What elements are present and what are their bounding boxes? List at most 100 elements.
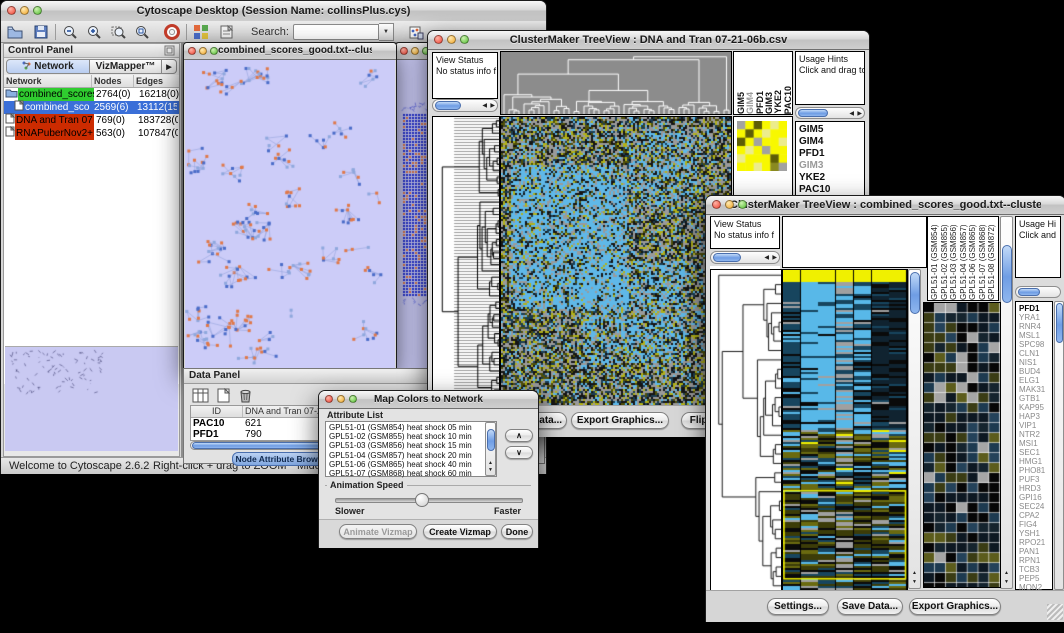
minimize-button[interactable] — [411, 47, 419, 55]
scroll-left-arrow[interactable]: ◀ — [482, 103, 487, 109]
gene-label[interactable]: KAP95 — [1019, 403, 1052, 412]
attribute-item[interactable]: GPL51-02 (GSM855) heat shock 10 min — [329, 432, 484, 441]
row-dendrogram[interactable] — [710, 269, 782, 591]
search-input[interactable] — [293, 24, 379, 40]
resize-grip[interactable] — [1047, 604, 1063, 620]
zoom-selected-icon[interactable] — [110, 24, 126, 40]
annotation-icon[interactable] — [219, 24, 235, 40]
column-label[interactable]: PAC10 — [783, 86, 792, 114]
float-panel-icon[interactable] — [164, 45, 175, 60]
row-label[interactable]: GIM5 — [799, 124, 864, 136]
treeview1-titlebar[interactable]: ClusterMaker TreeView : DNA and Tran 07-… — [428, 31, 869, 50]
network-row[interactable]: combined_scores 2764(0) 16218(0) — [4, 88, 179, 101]
gene-label[interactable]: VIP1 — [1019, 421, 1052, 430]
node-attribute-browser-tab[interactable]: Node Attribute Brows — [232, 452, 326, 466]
attribute-item[interactable]: GPL51-06 (GSM865) heat shock 40 min — [329, 460, 484, 469]
gene-label[interactable]: HRD3 — [1019, 484, 1052, 493]
create-vizmap-button[interactable]: Create Vizmap — [423, 524, 497, 539]
gene-label[interactable]: PFD1 — [1019, 304, 1052, 313]
open-session-icon[interactable] — [7, 24, 23, 40]
gene-label[interactable]: MSL1 — [1019, 331, 1052, 340]
row-label[interactable]: PFD1 — [799, 148, 864, 160]
gene-label[interactable]: PEP5 — [1019, 574, 1052, 583]
export-graphics-button[interactable]: Export Graphics... — [909, 598, 1001, 615]
treeview2-titlebar[interactable]: ClusterMaker TreeView : combined_scores_… — [706, 196, 1064, 215]
gene-label[interactable]: MSI1 — [1019, 439, 1052, 448]
close-button[interactable] — [325, 395, 333, 403]
heatmap-canvas[interactable] — [782, 269, 908, 591]
column-label[interactable]: GIM5 — [736, 92, 745, 114]
minimize-button[interactable] — [725, 200, 734, 209]
column-label[interactable]: GPL51-08 (GSM872) — [987, 217, 997, 300]
column-label[interactable]: GPL51-01 (GSM854) — [930, 217, 940, 300]
gene-label[interactable]: MAK31 — [1019, 385, 1052, 394]
gene-label[interactable]: FIG4 — [1019, 520, 1052, 529]
zoom-button[interactable] — [33, 6, 42, 15]
gene-label[interactable]: GPI16 — [1019, 493, 1052, 502]
import-network-icon[interactable] — [408, 24, 424, 40]
column-header-id[interactable]: ID — [191, 406, 243, 417]
search-dropdown[interactable]: ▼ — [379, 23, 394, 41]
gene-label[interactable]: RNR4 — [1019, 322, 1052, 331]
attribute-item[interactable]: GPL51-04 (GSM857) heat shock 20 min — [329, 451, 484, 460]
row-label[interactable]: GIM4 — [799, 136, 864, 148]
column-header-network[interactable]: Network — [4, 75, 92, 87]
attribute-item[interactable]: GPL51-01 (GSM854) heat shock 05 min — [329, 423, 484, 432]
view-status-scrollbar[interactable]: ◀ ▶ — [432, 99, 498, 112]
column-label[interactable]: GPL51-02 (GSM855) — [940, 217, 950, 300]
gene-list-scrollbar[interactable] — [1054, 301, 1064, 590]
close-button[interactable] — [434, 35, 443, 44]
speed-slider-thumb[interactable] — [415, 493, 429, 507]
network-overview-thumbnail[interactable] — [5, 346, 178, 451]
gene-label[interactable]: NTR2 — [1019, 430, 1052, 439]
export-graphics-button[interactable]: Export Graphics... — [571, 412, 669, 429]
scroll-left-arrow[interactable]: ◀ — [764, 255, 769, 261]
network-row[interactable]: combined_sco 2569(6) 13112(15) — [4, 101, 179, 114]
settings-button[interactable]: Settings... — [767, 598, 829, 615]
scroll-down-arrow[interactable]: ▼ — [912, 579, 917, 585]
gene-label[interactable]: PHO81 — [1019, 466, 1052, 475]
gene-label[interactable]: SPC98 — [1019, 340, 1052, 349]
gene-label[interactable]: PAN1 — [1019, 547, 1052, 556]
zoom-button[interactable] — [210, 47, 218, 55]
done-button[interactable]: Done — [501, 524, 533, 539]
scroll-up-arrow[interactable]: ▲ — [912, 570, 917, 576]
row-label[interactable]: YKE2 — [799, 172, 864, 184]
column-header-edges[interactable]: Edges — [134, 75, 175, 87]
gene-label[interactable]: NIS1 — [1019, 358, 1052, 367]
close-button[interactable] — [712, 200, 721, 209]
scroll-up-arrow[interactable]: ▲ — [488, 460, 493, 466]
zoom-fit-icon[interactable] — [134, 24, 150, 40]
close-button[interactable] — [400, 47, 408, 55]
help-icon[interactable] — [164, 24, 180, 40]
gene-label[interactable]: SEC24 — [1019, 502, 1052, 511]
gene-label[interactable]: RPN1 — [1019, 556, 1052, 565]
usage-hints-scrollbar[interactable] — [1015, 286, 1061, 298]
zoom-out-icon[interactable] — [62, 24, 78, 40]
gene-label[interactable]: SEC1 — [1019, 448, 1052, 457]
column-label[interactable]: GPL51-04 (GSM857) — [959, 217, 969, 300]
close-button[interactable] — [188, 47, 196, 55]
gene-label[interactable]: BUD4 — [1019, 367, 1052, 376]
save-session-icon[interactable] — [33, 24, 49, 40]
zoom-in-icon[interactable] — [86, 24, 102, 40]
speed-slider-track[interactable] — [335, 498, 523, 503]
map-colors-titlebar[interactable]: Map Colors to Network — [319, 391, 538, 409]
network-canvas[interactable] — [185, 60, 395, 369]
usage-hints-scrollbar[interactable]: ◀ ▶ — [795, 107, 865, 119]
close-button[interactable] — [7, 6, 16, 15]
scroll-right-arrow[interactable]: ▶ — [490, 103, 495, 109]
minimize-button[interactable] — [447, 35, 456, 44]
gene-label[interactable]: HMG1 — [1019, 457, 1052, 466]
attribute-list[interactable]: GPL51-01 (GSM854) heat shock 05 minGPL51… — [325, 421, 497, 477]
gene-label[interactable]: YRA1 — [1019, 313, 1052, 322]
heatmap-vscrollbar[interactable]: ▲ ▼ — [908, 269, 921, 589]
column-label[interactable]: GIM4 — [745, 92, 754, 114]
column-dendrogram[interactable] — [500, 51, 732, 115]
move-down-button[interactable]: ∨ — [505, 446, 533, 459]
gene-label[interactable]: ELG1 — [1019, 376, 1052, 385]
heatmap-canvas[interactable] — [500, 116, 732, 406]
scroll-down-arrow[interactable]: ▼ — [1004, 579, 1009, 585]
gene-label[interactable]: CLN1 — [1019, 349, 1052, 358]
zoom-button[interactable] — [738, 200, 747, 209]
